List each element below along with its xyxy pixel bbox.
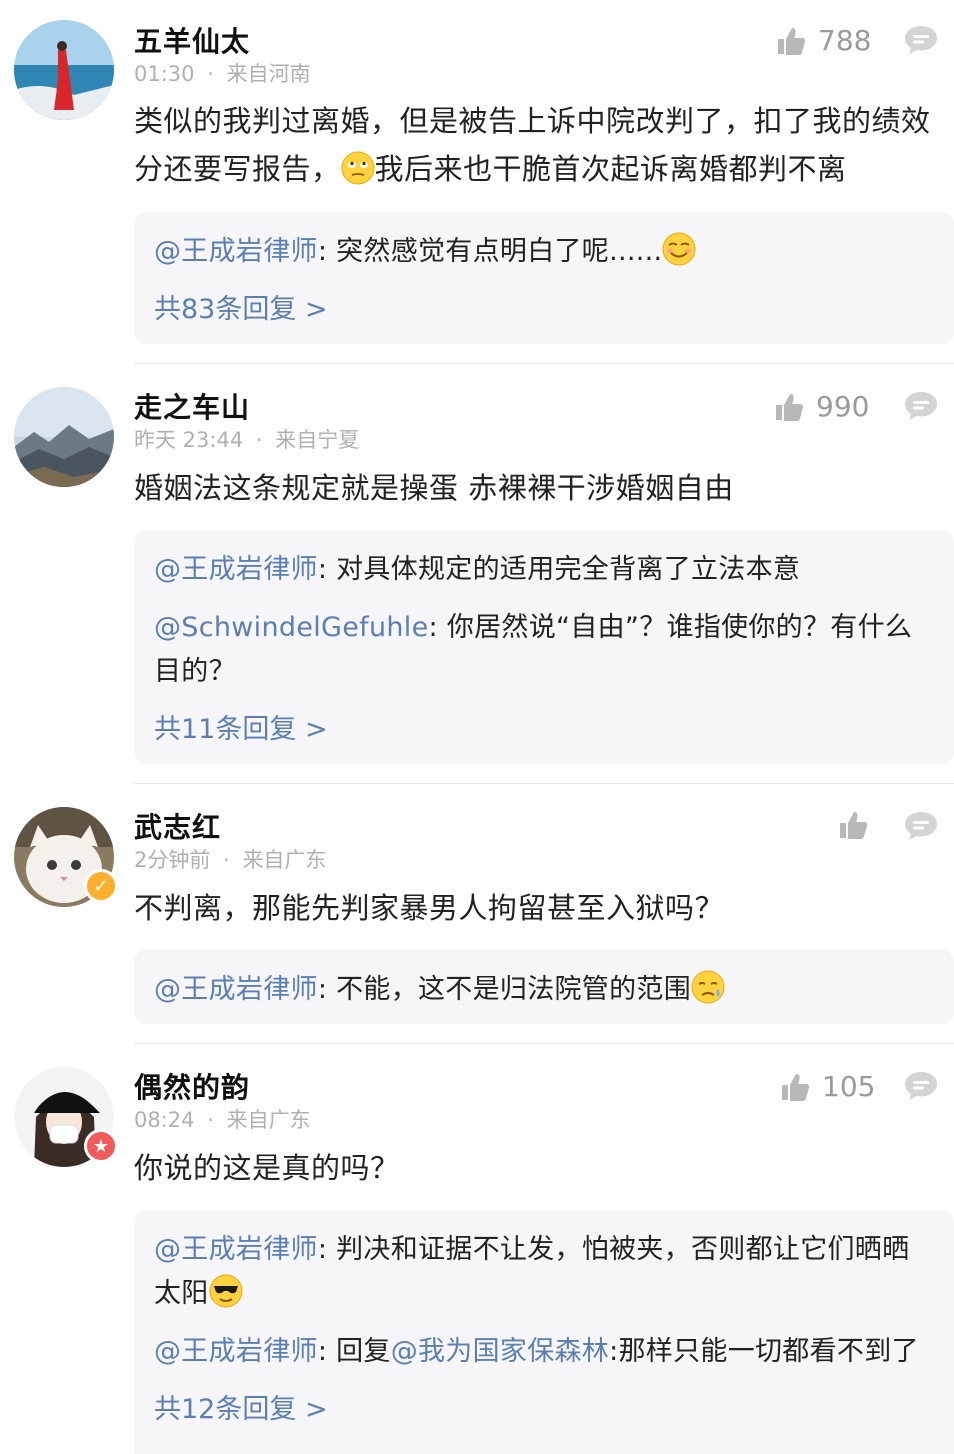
sunglasses-emoji-icon <box>209 1274 243 1308</box>
comment-text: 不判离，那能先判家暴男人拘留甚至入狱吗？ <box>134 891 725 925</box>
meta-separator: · <box>255 428 263 452</box>
reply-text: 对具体规定的适用完全背离了立法本意 <box>336 554 801 585</box>
comment-meta: 昨天 23:44 · 来自宁夏 <box>134 424 359 454</box>
like-count: 788 <box>818 24 872 57</box>
meta-separator: · <box>223 848 230 872</box>
reply-line: @王成岩律师: 不能，这不是归法院管的范围 <box>154 968 934 1012</box>
comment-reply-icon[interactable] <box>904 811 938 841</box>
username[interactable]: 偶然的韵 <box>134 1066 250 1106</box>
star-badge-icon: ★ <box>84 1129 118 1163</box>
avatar[interactable] <box>14 20 114 120</box>
reply-line: @王成岩律师: 突然感觉有点明白了呢...... <box>154 230 934 274</box>
comment-time: 2分钟前 <box>134 848 211 872</box>
comment-location: 来自宁夏 <box>275 428 360 452</box>
comment-time: 08:24 <box>134 1108 195 1132</box>
comment-text-part: 我后来也干脆首次起诉离婚都判不离 <box>374 152 847 186</box>
comment-time: 01:30 <box>134 62 195 86</box>
reply-line: @SchwindelGefuhle: 你居然说“自由”？谁指使你的？有什么目的？ <box>154 612 913 687</box>
comment-reply-icon[interactable] <box>904 391 938 421</box>
reply-mention[interactable]: @我为国家保森林 <box>391 1336 609 1367</box>
username[interactable]: 武志红 <box>134 806 221 846</box>
comment-reply-icon[interactable] <box>904 1071 938 1101</box>
divider <box>134 1043 954 1044</box>
more-replies-link[interactable]: 共12条回复 > <box>154 1388 934 1432</box>
reply-prefix: 回复 <box>336 1336 391 1367</box>
meta-separator: · <box>207 1108 214 1132</box>
reply-username[interactable]: @王成岩律师 <box>154 554 318 585</box>
verified-badge-icon: ✓ <box>84 869 118 903</box>
thumbs-up-icon <box>782 1073 810 1101</box>
thumbs-up-icon <box>840 812 868 839</box>
comment-reply-icon[interactable] <box>904 25 938 55</box>
like-button[interactable]: 105 <box>780 1070 875 1103</box>
thumbs-up-icon <box>778 27 806 55</box>
comment-text: 类似的我判过离婚，但是被告上诉中院改判了，扣了我的绩效分还要写报告， 我后来也干脆… <box>134 97 934 193</box>
reply-text: 不能，这不是归法院管的范围 <box>336 974 691 1005</box>
reply-username[interactable]: @王成岩律师 <box>154 974 318 1005</box>
divider <box>134 363 954 364</box>
reply-preview-box[interactable]: @王成岩律师: 突然感觉有点明白了呢...... 共83条回复 > <box>134 212 954 344</box>
comment-location: 来自广东 <box>226 1108 311 1132</box>
like-button[interactable] <box>838 810 880 840</box>
comment-location: 来自广东 <box>242 848 327 872</box>
smirk-emoji-icon <box>662 232 696 266</box>
thumbs-up-icon <box>776 393 804 421</box>
comment-meta: 2分钟前 · 来自广东 <box>134 844 326 874</box>
comment-time: 昨天 23:44 <box>134 428 244 452</box>
reply-line: @王成岩律师: 回复@我为国家保森林:那样只能一切都看不到了 <box>154 1336 919 1367</box>
divider <box>134 783 954 784</box>
sad-sweat-emoji-icon <box>691 970 725 1004</box>
comment-text: 你说的这是真的吗？ <box>134 1151 400 1185</box>
avatar[interactable] <box>14 387 114 487</box>
username[interactable]: 五羊仙太 <box>134 20 250 60</box>
more-replies-link[interactable]: 共11条回复 > <box>154 708 934 752</box>
reply-username[interactable]: @王成岩律师 <box>154 1336 318 1367</box>
reply-preview-box[interactable]: @王成岩律师: 不能，这不是归法院管的范围 <box>134 950 954 1024</box>
reply-line: @王成岩律师: 判决和证据不让发，怕被夹，否则都让它们晒晒太阳 <box>154 1234 910 1309</box>
meta-separator: · <box>207 62 214 86</box>
reply-line: @王成岩律师: 对具体规定的适用完全背离了立法本意 <box>154 554 801 585</box>
reply-preview-box[interactable]: @王成岩律师: 判决和证据不让发，怕被夹，否则都让它们晒晒太阳 @王成岩律师: … <box>134 1210 954 1454</box>
like-count: 105 <box>822 1070 876 1103</box>
reply-username[interactable]: @王成岩律师 <box>154 236 318 267</box>
comment-meta: 08:24 · 来自广东 <box>134 1104 311 1134</box>
comment-meta: 01:30 · 来自河南 <box>134 58 311 88</box>
comment-location: 来自河南 <box>226 62 311 86</box>
like-count: 990 <box>816 390 870 423</box>
reply-username[interactable]: @王成岩律师 <box>154 1234 318 1265</box>
reply-text: 突然感觉有点明白了呢...... <box>336 236 663 267</box>
reply-preview-box[interactable]: @王成岩律师: 对具体规定的适用完全背离了立法本意 @SchwindelGefu… <box>134 530 954 764</box>
like-button[interactable]: 788 <box>776 24 871 57</box>
more-replies-link[interactable]: 共83条回复 > <box>154 288 934 332</box>
rolling-eyes-emoji-icon <box>341 151 375 185</box>
reply-text: :那样只能一切都看不到了 <box>609 1336 919 1367</box>
username[interactable]: 走之车山 <box>134 386 250 426</box>
comment-text: 婚姻法这条规定就是操蛋 赤裸裸干涉婚姻自由 <box>134 471 734 505</box>
like-button[interactable]: 990 <box>774 390 869 423</box>
reply-username[interactable]: @SchwindelGefuhle <box>154 612 429 643</box>
